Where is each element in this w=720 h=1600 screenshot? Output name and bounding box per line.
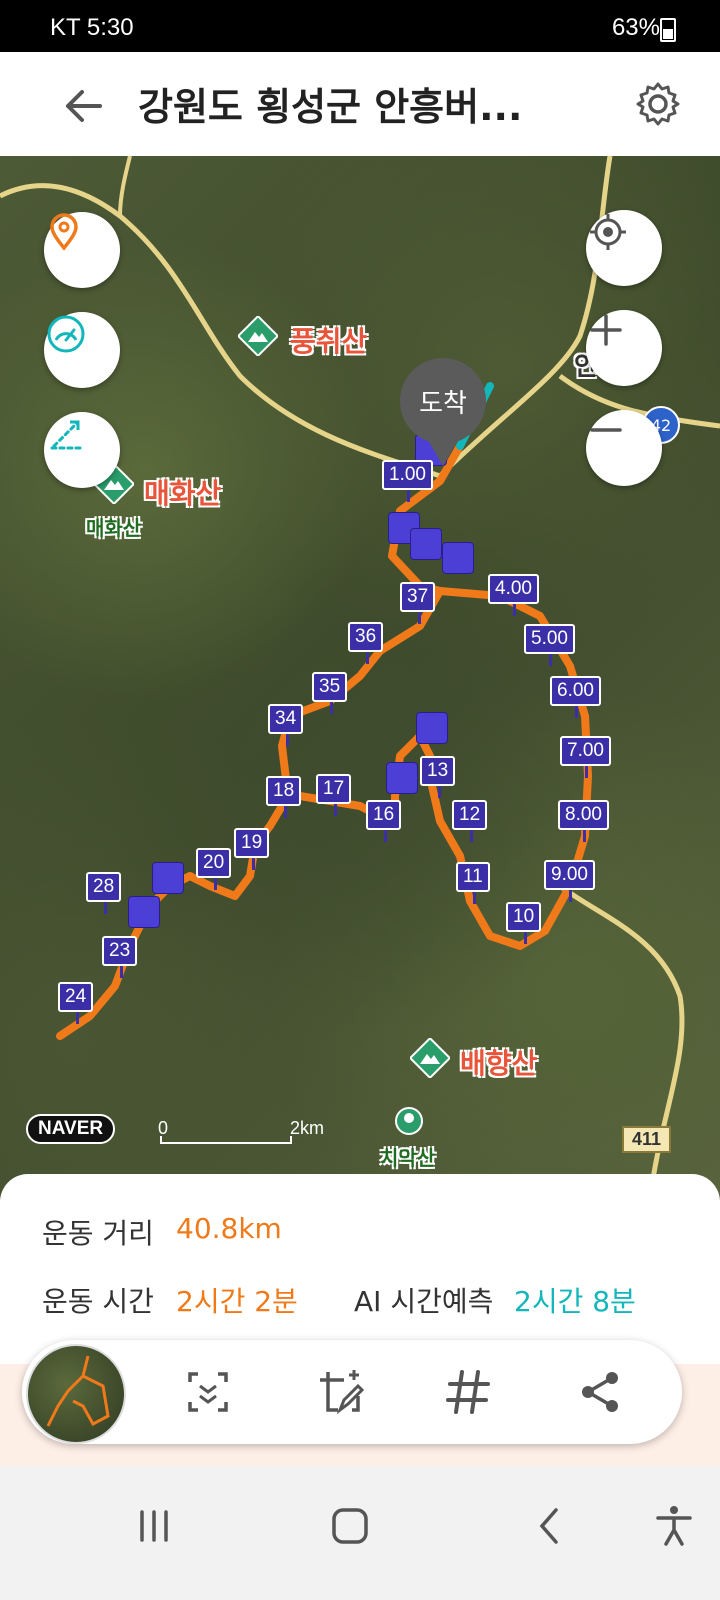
scale-bar xyxy=(160,1136,292,1144)
gear-icon xyxy=(636,82,680,126)
recent-apps-icon xyxy=(140,1510,168,1542)
route-line-icon xyxy=(50,420,84,450)
place-label[interactable]: 매화산 xyxy=(144,472,221,512)
km-marker: 1.00 xyxy=(382,460,433,502)
back-icon xyxy=(539,1508,558,1544)
km-marker: 17 xyxy=(316,774,352,816)
km-marker: 36 xyxy=(348,622,384,664)
accessibility-icon xyxy=(656,1506,692,1546)
photo-marker[interactable] xyxy=(416,712,448,744)
km-marker: 16 xyxy=(366,800,402,842)
map-thumbnail[interactable] xyxy=(26,1344,126,1444)
park-icon xyxy=(395,1107,423,1135)
km-marker: 20 xyxy=(196,848,232,890)
road xyxy=(118,156,132,217)
home-icon xyxy=(332,1508,368,1544)
place-sublabel: 매화산 xyxy=(86,516,142,540)
recent-apps-button[interactable] xyxy=(124,1496,184,1556)
scale-end: 2km xyxy=(290,1118,325,1138)
km-marker: 28 xyxy=(86,872,122,914)
distance-value: 40.8km xyxy=(176,1212,282,1245)
back-button[interactable] xyxy=(58,80,110,132)
stats-sheet: 운동 거리 40.8km 운동 시간 2시간 2분 AI 시간예측 2시간 8분 xyxy=(0,1174,720,1364)
naver-logo: NAVER xyxy=(26,1114,116,1144)
ai-time-label: AI 시간예측 xyxy=(354,1285,494,1318)
accessibility-button[interactable] xyxy=(644,1496,704,1556)
route-line-button[interactable] xyxy=(44,412,120,488)
km-marker: 13 xyxy=(420,756,456,798)
status-bar: KT 5:30 63% xyxy=(0,0,720,52)
share-icon xyxy=(582,1372,618,1412)
km-marker: 7.00 xyxy=(560,736,611,778)
edit-image-icon xyxy=(320,1370,365,1415)
time-value: 2시간 2분 xyxy=(176,1285,298,1318)
km-marker: 19 xyxy=(234,828,270,870)
km-marker: 8.00 xyxy=(558,800,609,842)
km-marker: 10 xyxy=(506,902,542,944)
scan-button[interactable] xyxy=(182,1366,234,1418)
km-marker: 12 xyxy=(452,800,488,842)
photo-marker[interactable] xyxy=(128,896,160,928)
zoom-in-button[interactable] xyxy=(586,310,662,386)
mountain-icon xyxy=(410,1038,450,1078)
speedometer-icon xyxy=(47,315,85,353)
page-title: 강원도 횡성군 안흥버... xyxy=(138,85,523,129)
destination-marker[interactable]: 도착 xyxy=(400,358,486,466)
map-view[interactable]: 1.00 37 4.00 36 5.00 35 6.00 34 7.00 13 … xyxy=(0,156,720,1200)
top-app-bar: 강원도 횡성군 안흥버... xyxy=(0,52,720,156)
settings-button[interactable] xyxy=(632,78,684,130)
km-marker: 23 xyxy=(102,936,138,978)
battery-percent: 63% xyxy=(611,14,660,41)
zoom-out-button[interactable] xyxy=(586,410,662,486)
km-marker: 35 xyxy=(312,672,348,714)
home-button[interactable] xyxy=(320,1496,380,1556)
mountain-icon xyxy=(238,316,278,356)
speedometer-button[interactable] xyxy=(44,312,120,388)
my-location-icon xyxy=(590,214,626,250)
distance-label: 운동 거리 xyxy=(42,1217,154,1250)
ai-time-value: 2시간 8분 xyxy=(514,1285,636,1318)
battery-icon xyxy=(660,18,676,42)
km-marker: 34 xyxy=(268,704,304,746)
bottom-toolbar xyxy=(22,1340,682,1444)
km-marker: 18 xyxy=(266,776,302,818)
photo-marker[interactable] xyxy=(410,528,442,560)
zoom-in-icon xyxy=(590,314,622,346)
photo-marker[interactable] xyxy=(386,762,418,794)
place-label[interactable]: 풍취산 xyxy=(290,320,367,360)
zoom-out-icon xyxy=(590,428,622,432)
km-marker: 11 xyxy=(456,862,490,904)
my-location-button[interactable] xyxy=(586,210,662,286)
place-label[interactable]: 치악산 xyxy=(380,1142,435,1171)
edit-image-button[interactable] xyxy=(314,1366,366,1418)
location-pin-icon xyxy=(50,213,78,251)
location-pin-button[interactable] xyxy=(44,212,120,288)
place-label[interactable]: 배향산 xyxy=(460,1042,537,1082)
time-label: 운동 시간 xyxy=(42,1285,154,1318)
scan-icon xyxy=(188,1372,228,1412)
km-marker: 37 xyxy=(400,582,436,624)
hashtag-icon xyxy=(446,1370,490,1414)
carrier-time: KT 5:30 xyxy=(50,14,134,41)
km-marker: 4.00 xyxy=(488,574,539,616)
arrow-left-icon xyxy=(66,90,102,122)
thumbnail-route xyxy=(46,1355,110,1427)
nav-back-button[interactable] xyxy=(520,1496,580,1556)
hashtag-button[interactable] xyxy=(442,1366,494,1418)
photo-marker[interactable] xyxy=(442,542,474,574)
km-marker: 6.00 xyxy=(550,676,601,718)
km-marker: 9.00 xyxy=(544,860,595,902)
system-nav-bar xyxy=(0,1466,720,1600)
km-marker: 24 xyxy=(58,982,94,1024)
share-button[interactable] xyxy=(574,1366,626,1418)
photo-marker[interactable] xyxy=(152,862,184,894)
route-shield: 411 xyxy=(622,1126,672,1153)
km-marker: 5.00 xyxy=(524,624,575,666)
